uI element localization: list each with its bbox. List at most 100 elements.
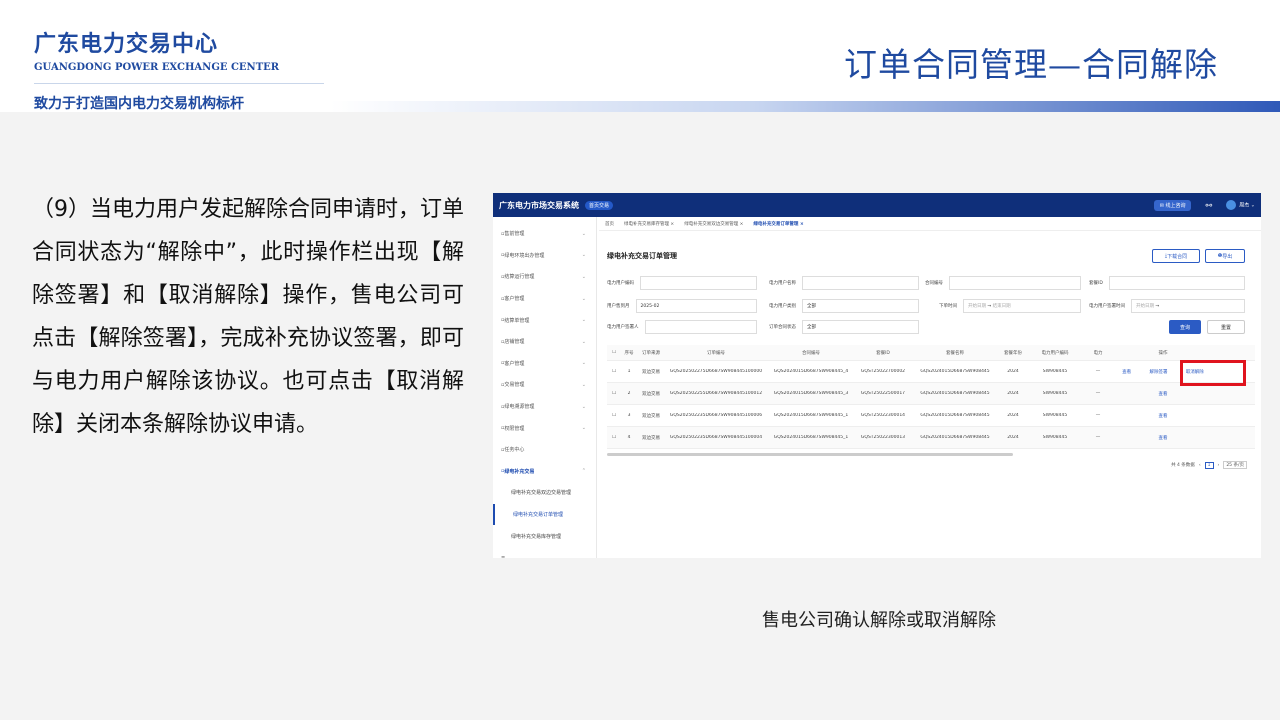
filter-label: 电力用户签署人 — [607, 325, 639, 330]
submenu-item[interactable]: 绿电补充交易双边交易管理 — [493, 482, 596, 504]
screenshot: 广东电力市场交易系统 首页交易 ✉ 线上咨询 ⚯ 周杰 ⌄ ▫ 售前管理 ⌄ ▫ … — [493, 193, 1261, 558]
chevron-down-icon: ⌄ — [581, 403, 586, 410]
month-picker[interactable]: 2025-02 — [635, 299, 757, 313]
select-all-checkbox[interactable]: ☐ — [607, 350, 621, 355]
cell: GQST25022300014 — [860, 413, 906, 418]
cell: — — [1095, 413, 1101, 418]
sidebar-item-label: 客户管理 — [504, 296, 525, 303]
row-checkbox[interactable]: ☐ — [607, 413, 621, 418]
submenu-item[interactable]: 绿电补充交易库存管理 — [493, 525, 596, 547]
cell: SW908445 — [1042, 435, 1068, 440]
sidebar-item-label: 售前管理 — [504, 231, 525, 238]
sidebar-item[interactable]: ▫ 交易管理 ⌄ — [493, 374, 596, 396]
cell: GQS2024015D6687SW908445 — [920, 391, 990, 396]
sidebar-item-label: 权限管理 — [504, 425, 525, 432]
cell: GQST25022700002 — [860, 369, 906, 374]
download-label: 下载合同 — [1167, 253, 1188, 260]
online-consult-button[interactable]: ✉ 线上咨询 — [1153, 199, 1192, 211]
col-header: 电力 — [1093, 350, 1103, 356]
sidebar-item[interactable]: ▫ 结算运行管理 ⌄ — [493, 266, 596, 288]
avatar — [1226, 200, 1237, 210]
view-link[interactable]: 查看 — [1122, 369, 1131, 375]
filter-month: 用户售到月 2025-02 — [607, 299, 757, 313]
filter-label: 订单合同状态 — [769, 325, 796, 330]
cell: GQS202502275D6687SW908445100000 — [669, 369, 763, 374]
filter-status: 订单合同状态 全部 — [769, 320, 919, 334]
tab-home[interactable]: 首页 — [605, 221, 614, 227]
export-button[interactable]: ❶ 导出 — [1205, 249, 1245, 263]
tab-bilateral[interactable]: 绿电补充交易双边交易管理 × — [684, 221, 743, 227]
table-header: ☐ 序号 订单来源 订单编号 合同编号 套餐ID 套餐名称 套餐年份 电力用户编… — [607, 345, 1255, 361]
table-row: ☐ 1 双边交易 GQS202502275D6687SW908445100000… — [607, 361, 1255, 383]
next-page-icon[interactable]: › — [1218, 463, 1220, 468]
header-gradient-bar — [330, 101, 1280, 112]
sign-termination-link[interactable]: 解除签署 — [1149, 369, 1167, 375]
sidebar-item[interactable]: ▫ 任务中心 — [493, 439, 596, 461]
user-code-input[interactable] — [640, 276, 757, 290]
user-name-input[interactable] — [802, 276, 919, 290]
filter-user-code: 电力用户编码 — [607, 276, 757, 290]
cell: GQS2024015D6687SW908445_1 — [773, 435, 849, 440]
cell: GQS202502235D6687SW908445100004 — [669, 435, 763, 440]
sidebar-item-label: 结算运行管理 — [504, 274, 535, 281]
submenu-item-active[interactable]: 绿电补充交易订单管理 — [493, 503, 596, 526]
view-link[interactable]: 查看 — [1113, 435, 1213, 441]
download-contract-button[interactable]: ⤓ 下载合同 — [1152, 249, 1200, 263]
home-chip[interactable]: 首页交易 — [585, 200, 614, 210]
sidebar-item-label: 绿电补充交易 — [504, 468, 535, 475]
cell: — — [1095, 435, 1101, 440]
tab-orders[interactable]: 绿电补充交易订单管理 × — [753, 221, 803, 227]
online-consult-label: 线上咨询 — [1165, 202, 1186, 209]
network-icon[interactable]: ⚯ — [1205, 201, 1212, 210]
order-time-range[interactable]: 开始日期 → 结束日期 — [963, 299, 1081, 313]
col-header: 订单编号 — [707, 350, 725, 356]
sidebar-item[interactable]: ▫ 客户管理 ⌄ — [493, 288, 596, 310]
sidebar-item-label: 交易管理 — [504, 382, 525, 389]
orders-table: ☐ 序号 订单来源 订单编号 合同编号 套餐ID 套餐名称 套餐年份 电力用户编… — [607, 345, 1255, 449]
sidebar-item[interactable]: ▫ 权限管理 ⌄ — [493, 417, 596, 439]
view-link[interactable]: 查看 — [1113, 413, 1213, 419]
filter-label: 电力用户名称 — [769, 281, 796, 286]
tab-bar: 首页 绿电补充交易库存管理 × 绿电补充交易双边交易管理 × 绿电补充交易订单管… — [599, 217, 1261, 231]
prev-page-icon[interactable]: ‹ — [1199, 463, 1201, 468]
collapse-menu-icon[interactable]: ≡ — [493, 547, 596, 558]
query-button[interactable]: 查询 — [1169, 320, 1201, 334]
sidebar-item[interactable]: ▫ 店铺管理 ⌄ — [493, 331, 596, 353]
col-header: 订单来源 — [642, 350, 660, 356]
signer-input[interactable] — [644, 320, 757, 334]
row-checkbox[interactable]: ☐ — [607, 391, 621, 396]
cell: GQS2024015D6687SW908445_3 — [773, 391, 849, 396]
reset-button[interactable]: 重置 — [1207, 320, 1245, 334]
row-checkbox[interactable]: ☐ — [607, 369, 621, 374]
filter-package-id: 套餐ID — [1089, 276, 1245, 290]
package-id-input[interactable] — [1108, 276, 1245, 290]
sidebar: ▫ 售前管理 ⌄ ▫ 绿电环境出办管理 ⌄ ▫ 结算运行管理 ⌄ ▫ 客户管理 ⌄ ▫ … — [493, 217, 597, 558]
sidebar-item[interactable]: ▫ 结算单管理 ⌄ — [493, 309, 596, 331]
status-select[interactable]: 全部 — [802, 320, 919, 334]
user-menu[interactable]: 周杰 ⌄ — [1226, 200, 1255, 210]
sidebar-item[interactable]: ▫ 绿电溯源管理 ⌄ — [493, 396, 596, 418]
sidebar-item[interactable]: ▫ 客户管理 ⌄ — [493, 353, 596, 375]
chevron-down-icon: ⌄ — [581, 273, 586, 280]
page-number[interactable]: 1 — [1204, 461, 1214, 469]
main-content: 首页 绿电补充交易库存管理 × 绿电补充交易双边交易管理 × 绿电补充交易订单管… — [599, 217, 1261, 558]
sidebar-item-label: 结算单管理 — [504, 317, 530, 324]
sidebar-item-label: 绿电溯源管理 — [504, 404, 535, 411]
cell: — — [1095, 369, 1101, 374]
row-checkbox[interactable]: ☐ — [607, 435, 621, 440]
sidebar-item-green-supplement[interactable]: ▫ 绿电补充交易 ⌃ — [493, 461, 596, 483]
highlight-box — [1180, 360, 1246, 386]
horizontal-scrollbar[interactable] — [607, 453, 1013, 456]
sign-time-range[interactable]: 开始日期 → — [1131, 299, 1245, 313]
col-header: 套餐ID — [876, 350, 890, 356]
page-size-select[interactable]: 25 条/页 — [1223, 461, 1247, 469]
cell: 双边交易 — [642, 369, 660, 375]
contract-no-input[interactable] — [949, 276, 1081, 290]
view-link[interactable]: 查看 — [1113, 391, 1213, 397]
user-type-select[interactable]: 全部 — [802, 299, 919, 313]
sidebar-item[interactable]: ▫ 售前管理 ⌄ — [493, 223, 596, 245]
cell: GQS2024015D6687SW908445 — [920, 369, 990, 374]
tab-inventory[interactable]: 绿电补充交易库存管理 × — [624, 221, 674, 227]
filter-label: 合同编号 — [925, 281, 943, 286]
sidebar-item[interactable]: ▫ 绿电环境出办管理 ⌄ — [493, 245, 596, 267]
